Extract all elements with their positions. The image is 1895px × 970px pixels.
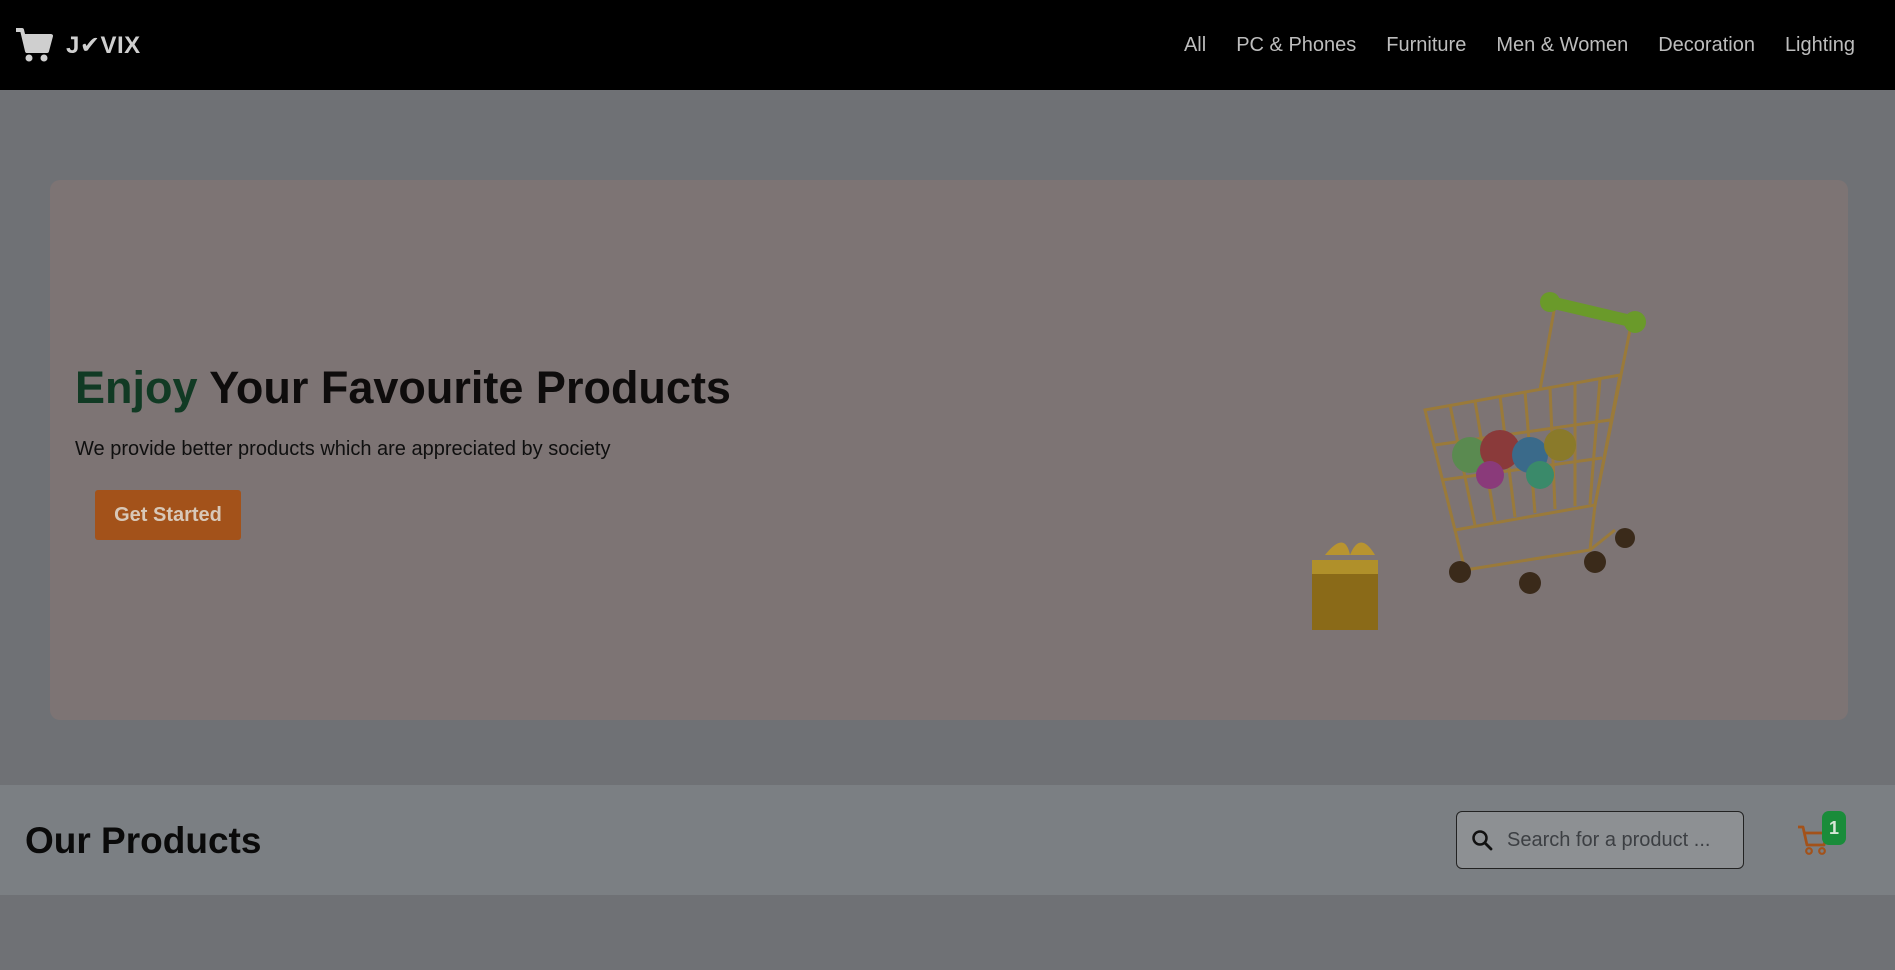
hero-title-rest: Your Favourite Products bbox=[197, 362, 731, 413]
nav-item-pc-phones[interactable]: PC & Phones bbox=[1236, 34, 1356, 57]
product-search[interactable] bbox=[1456, 811, 1744, 869]
hero-title: Enjoy Your Favourite Products bbox=[75, 362, 731, 414]
brand-name: J✔VIX bbox=[66, 31, 141, 59]
gift-box-image bbox=[1312, 542, 1378, 630]
brand-logo[interactable]: J✔VIX bbox=[14, 27, 141, 63]
top-navbar: J✔VIX All PC & Phones Furniture Men & Wo… bbox=[0, 0, 1895, 90]
nav-item-furniture[interactable]: Furniture bbox=[1386, 34, 1466, 57]
cart-icon bbox=[14, 27, 54, 63]
hero-banner: Enjoy Your Favourite Products We provide… bbox=[50, 180, 1848, 720]
cart-items-image bbox=[1452, 429, 1576, 489]
nav-item-all[interactable]: All bbox=[1184, 34, 1206, 57]
cart-handle-image bbox=[1540, 292, 1646, 333]
category-nav: All PC & Phones Furniture Men & Women De… bbox=[1184, 34, 1855, 57]
cart-count-badge: 1 bbox=[1822, 811, 1846, 845]
products-title: Our Products bbox=[25, 820, 262, 861]
products-toolbar: Our Products 1 bbox=[0, 785, 1895, 895]
search-input[interactable] bbox=[1505, 827, 1715, 853]
hero-subtitle: We provide better products which are app… bbox=[75, 438, 611, 460]
get-started-button[interactable]: Get Started bbox=[95, 490, 241, 540]
shopping-cart-illustration bbox=[1312, 292, 1646, 630]
nav-item-men-women[interactable]: Men & Women bbox=[1496, 34, 1628, 57]
nav-item-lighting[interactable]: Lighting bbox=[1785, 34, 1855, 57]
nav-item-decoration[interactable]: Decoration bbox=[1658, 34, 1755, 57]
cart-button[interactable]: 1 bbox=[1796, 811, 1846, 867]
hero-title-accent: Enjoy bbox=[75, 362, 198, 413]
search-icon bbox=[1472, 830, 1493, 851]
